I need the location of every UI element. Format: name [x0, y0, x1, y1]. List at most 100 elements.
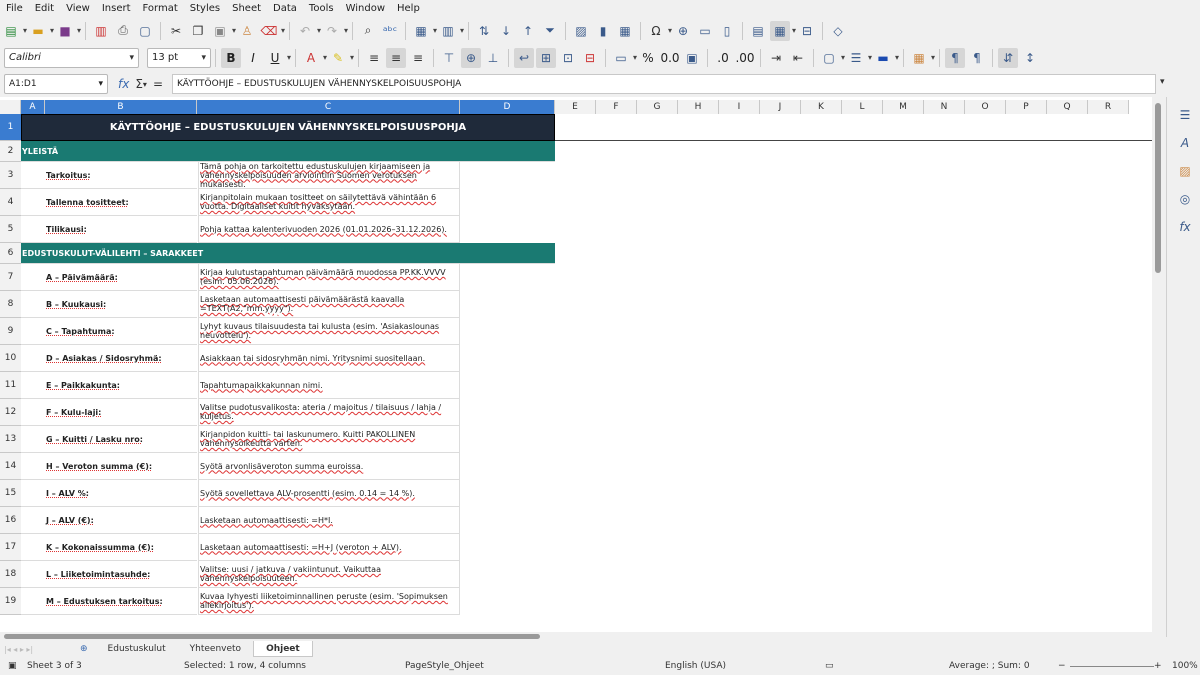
clone-formatting-icon[interactable]: ♙	[237, 21, 257, 41]
percent-icon[interactable]: %	[638, 48, 658, 68]
define-print-area-icon[interactable]: ▤	[748, 21, 768, 41]
wrap-text-icon[interactable]: ↩	[514, 47, 534, 68]
column-header-q[interactable]: Q	[1047, 100, 1088, 114]
row-header[interactable]: 7	[0, 264, 21, 291]
add-sheet-icon[interactable]: ⊕	[72, 644, 96, 654]
image-icon[interactable]: ▨	[571, 21, 591, 41]
row-header[interactable]: 13	[0, 426, 21, 453]
freeze-rows-columns-icon[interactable]: ▦	[770, 20, 796, 41]
field-description[interactable]: Tämä pohja on tarkoitettu edustuskulujen…	[198, 162, 460, 189]
section-header[interactable]: YLEISTÄ	[21, 141, 555, 162]
row-header[interactable]: 3	[0, 162, 21, 189]
column-header-e[interactable]: E	[555, 100, 596, 114]
highlight-color-icon[interactable]: ✎	[328, 48, 354, 68]
field-description[interactable]: Syötä arvonlisäveroton summa euroissa.	[198, 453, 460, 480]
cell-empty[interactable]	[21, 507, 45, 534]
align-right-icon[interactable]: ≡	[408, 48, 428, 68]
column-header-i[interactable]: I	[719, 100, 760, 114]
field-label[interactable]: L – Liiketoimintasuhde:	[45, 561, 197, 588]
menu-help[interactable]: Help	[391, 3, 426, 14]
vertical-scrollbar[interactable]	[1152, 97, 1166, 632]
field-description[interactable]: Syötä sovellettava ALV-prosentti (esim. …	[198, 480, 460, 507]
field-description[interactable]: Tapahtumapaikkakunnan nimi.	[198, 372, 460, 399]
cell-empty[interactable]	[21, 162, 45, 189]
date-format-icon[interactable]: ▣	[682, 48, 702, 68]
menu-view[interactable]: View	[60, 3, 96, 14]
column-icon[interactable]: ▥	[438, 21, 464, 41]
cell-empty[interactable]	[21, 561, 45, 588]
show-draw-functions-icon[interactable]: ◇	[828, 21, 848, 41]
menu-tools[interactable]: Tools	[303, 3, 340, 14]
field-label[interactable]: Tarkoitus:	[45, 162, 197, 189]
field-label[interactable]: G – Kuitti / Lasku nro:	[45, 426, 197, 453]
cell-empty[interactable]	[21, 480, 45, 507]
cell-empty[interactable]	[21, 291, 45, 318]
decrease-indent-icon[interactable]: ⇤	[788, 48, 808, 68]
font-color-icon[interactable]: A	[301, 48, 327, 68]
row-header[interactable]: 19	[0, 588, 21, 615]
export-pdf-icon[interactable]: ▥	[91, 21, 111, 41]
field-label[interactable]: E – Paikkakunta:	[45, 372, 197, 399]
zoom-level[interactable]: 100%	[1172, 661, 1198, 671]
column-header-n[interactable]: N	[924, 100, 965, 114]
align-bottom-icon[interactable]: ⊥	[483, 48, 503, 68]
delete-decimal-icon[interactable]: .00	[735, 48, 755, 68]
row-icon[interactable]: ▦	[411, 21, 437, 41]
chart-icon[interactable]: ▮	[593, 21, 613, 41]
spelling-icon[interactable]: ᵃᵇᶜ	[380, 21, 400, 41]
cell-empty[interactable]	[21, 345, 45, 372]
field-label[interactable]: F – Kulu-laji:	[45, 399, 197, 426]
number-format-icon[interactable]: 0.0	[660, 48, 680, 68]
redo-icon[interactable]: ↷	[322, 21, 348, 41]
hyperlink-icon[interactable]: ⊕	[673, 21, 693, 41]
zoom-in-icon[interactable]: +	[1154, 661, 1162, 671]
text-orientation-icon[interactable]: ↕	[1020, 48, 1040, 68]
text-direction-ltr-icon[interactable]: ¶	[945, 47, 965, 68]
save-icon[interactable]: ■	[55, 21, 81, 41]
field-label[interactable]: K – Kokonaissumma (€):	[45, 534, 197, 561]
row-header[interactable]: 18	[0, 561, 21, 588]
undo-icon[interactable]: ↶	[295, 21, 321, 41]
underline-icon[interactable]: U	[265, 48, 291, 68]
row-header[interactable]: 12	[0, 399, 21, 426]
cell-empty[interactable]	[21, 264, 45, 291]
tab-yhteenveto[interactable]: Yhteenveto	[178, 641, 253, 657]
field-label[interactable]: B – Kuukausi:	[45, 291, 197, 318]
selection-mode-icon[interactable]: ▭	[825, 661, 834, 671]
column-header-k[interactable]: K	[801, 100, 842, 114]
cell-empty[interactable]	[21, 426, 45, 453]
bold-icon[interactable]: B	[221, 47, 241, 68]
styles-icon[interactable]: A	[1175, 133, 1195, 153]
field-description[interactable]: Pohja kattaa kalenterivuoden 2026 (01.01…	[198, 216, 460, 243]
page-style[interactable]: PageStyle_Ohjeet	[405, 661, 484, 671]
page-title[interactable]: KÄYTTÖOHJE – EDUSTUSKULUJEN VÄHENNYSKELP…	[21, 114, 555, 141]
pivot-table-icon[interactable]: ▦	[615, 21, 635, 41]
tab-edustuskulut[interactable]: Edustuskulut	[96, 641, 178, 657]
field-label[interactable]: D – Asiakas / Sidosryhmä:	[45, 345, 197, 372]
merge-center-icon[interactable]: ⊞	[536, 47, 556, 68]
row-header[interactable]: 16	[0, 507, 21, 534]
field-description[interactable]: Valitse pudotusvalikosta: ateria / majoi…	[198, 399, 460, 426]
row-header[interactable]: 4	[0, 189, 21, 216]
vertical-scroll-thumb[interactable]	[1155, 103, 1161, 273]
open-icon[interactable]: ▬	[28, 21, 54, 41]
field-label[interactable]: Tilikausi:	[45, 216, 197, 243]
cell-empty[interactable]	[21, 372, 45, 399]
menu-window[interactable]: Window	[340, 3, 391, 14]
column-header-g[interactable]: G	[637, 100, 678, 114]
column-header-h[interactable]: H	[678, 100, 719, 114]
font-name-combo[interactable]: Calibri ▾	[4, 47, 139, 68]
row-header[interactable]: 1	[0, 114, 21, 141]
comment-icon[interactable]: ▭	[695, 21, 715, 41]
add-decimal-icon[interactable]: .0	[713, 48, 733, 68]
align-middle-icon[interactable]: ⊕	[461, 47, 481, 68]
paste-icon[interactable]: ▣	[210, 21, 236, 41]
properties-icon[interactable]: ☰	[1175, 105, 1195, 125]
menu-insert[interactable]: Insert	[96, 3, 137, 14]
navigator-icon[interactable]: ◎	[1175, 189, 1195, 209]
column-header-m[interactable]: M	[883, 100, 924, 114]
field-description[interactable]: Kirjanpidon kuitti- tai laskunumero. Kui…	[198, 426, 460, 453]
language[interactable]: English (USA)	[665, 661, 726, 671]
field-description[interactable]: Lasketaan automaattisesti: =H+J (veroton…	[198, 534, 460, 561]
equals-icon[interactable]: =	[153, 77, 163, 91]
